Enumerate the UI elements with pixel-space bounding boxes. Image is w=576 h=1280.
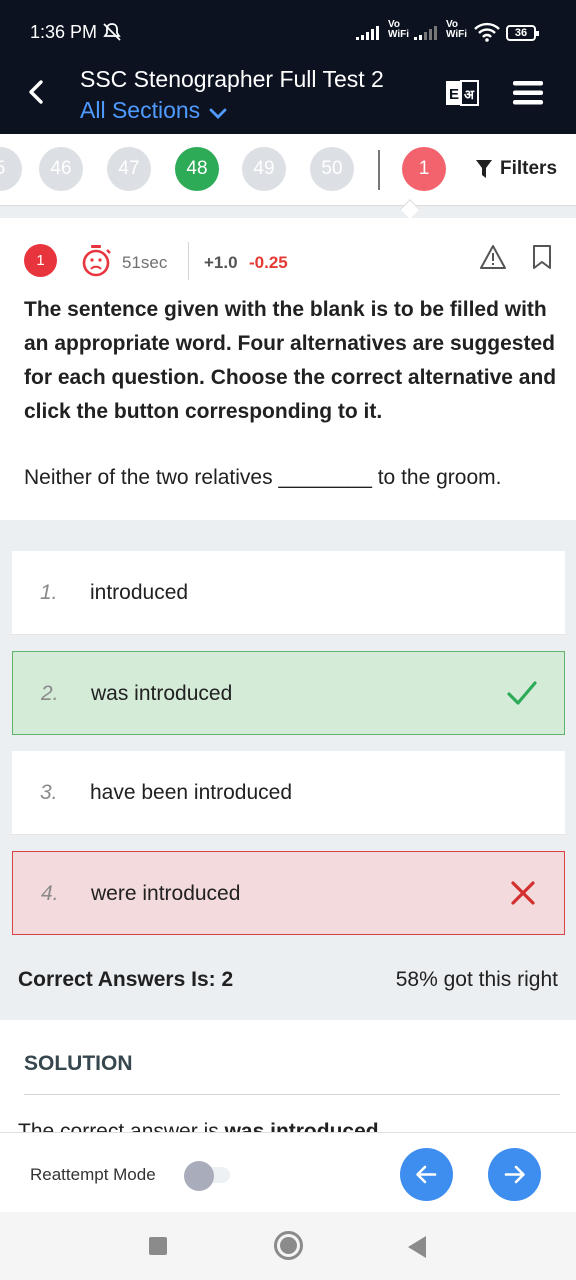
back-icon[interactable] [408,1236,426,1258]
solution-heading: SOLUTION [24,1052,133,1075]
arrow-right-icon [504,1165,525,1184]
svg-text:अ: अ [464,88,475,103]
question-bubble[interactable]: 47 [107,147,151,191]
language-toggle-icon[interactable]: Eअ [444,78,480,113]
question-bubble[interactable]: 46 [39,147,83,191]
filters-label: Filters [500,158,558,179]
question-number-badge: 1 [24,244,57,277]
question-card: 1 51sec +1.0 -0.25 The sentence given wi… [0,218,576,520]
wifi-icon [474,22,500,47]
question-bubble[interactable]: 49 [242,147,286,191]
page-title: SSC Stenographer Full Test 2 [80,66,384,92]
option-text: introduced [90,581,189,604]
system-navigation-bar [0,1212,576,1280]
report-warning-icon[interactable] [479,244,507,275]
recents-icon[interactable] [149,1237,167,1255]
option-text: were introduced [91,882,241,905]
positive-marks: +1.0 [204,253,238,272]
section-indicator-bubble[interactable]: 1 [402,147,446,191]
question-navigator: 5 46 47 48 49 50 1 Filters [0,134,576,219]
sections-dropdown[interactable]: All Sections [80,97,228,124]
negative-marks: -0.25 [249,253,288,272]
vowifi-label: Vo WiFi [388,19,410,40]
bookmark-icon[interactable] [532,244,552,275]
signal-icon [414,26,442,45]
arrow-left-icon [416,1165,437,1184]
checkmark-icon [506,678,538,713]
correct-answer-text: Correct Answers Is: 2 [18,968,234,991]
question-instruction: The sentence given with the blank is to … [24,298,557,423]
option-number: 1. [40,581,58,604]
next-question-button[interactable] [488,1148,541,1201]
question-sentence: Neither of the two relatives ________ to… [24,466,502,489]
option-text: have been introduced [90,781,292,804]
chevron-down-icon [209,108,227,119]
option-4[interactable]: 4. were introduced [12,851,565,935]
question-bubble[interactable]: 50 [310,147,354,191]
divider [188,242,189,280]
option-1[interactable]: 1. introduced [12,551,565,635]
question-bubble[interactable]: 5 [0,147,22,191]
reattempt-mode-label: Reattempt Mode [30,1165,156,1184]
solution-section: SOLUTION The correct answer is was intro… [0,1020,576,1132]
hamburger-menu-icon[interactable] [512,80,544,111]
selection-pointer [400,199,420,219]
question-bubble-current[interactable]: 48 [175,147,219,191]
cross-icon [508,878,538,913]
previous-question-button[interactable] [400,1148,453,1201]
option-text: was introduced [91,682,233,705]
answer-summary: Correct Answers Is: 2 58% got this right [0,960,576,1000]
option-2[interactable]: 2. was introduced [12,651,565,735]
signal-icon [356,26,384,45]
option-number: 3. [40,781,58,804]
success-rate-text: 58% got this right [395,968,558,991]
chevron-left-icon[interactable] [22,78,50,106]
bell-off-icon [102,22,122,47]
option-number: 4. [41,882,59,905]
home-icon[interactable] [274,1231,303,1260]
battery-indicator: 36 [506,25,539,41]
status-bar: 1:36 PM Vo WiFi Vo WiFi 36 [0,0,576,52]
divider [24,1094,560,1095]
app-header: SSC Stenographer Full Test 2 All Section… [0,52,576,134]
svg-text:E: E [449,86,459,103]
divider [378,150,380,190]
toggle-knob [184,1161,214,1191]
solution-text: The correct answer is was introduced [18,1120,379,1132]
filter-icon [476,160,492,178]
status-time: 1:36 PM [30,22,98,42]
vowifi-label: Vo WiFi [446,19,468,40]
sad-stopwatch-icon [80,244,112,283]
sections-label: All Sections [80,97,201,123]
filters-button[interactable]: Filters [476,158,557,180]
bottom-bar: Reattempt Mode [0,1132,576,1212]
time-taken: 51sec [122,253,168,272]
option-3[interactable]: 3. have been introduced [12,751,565,835]
option-number: 2. [41,682,59,705]
reattempt-mode-toggle[interactable] [184,1161,232,1191]
